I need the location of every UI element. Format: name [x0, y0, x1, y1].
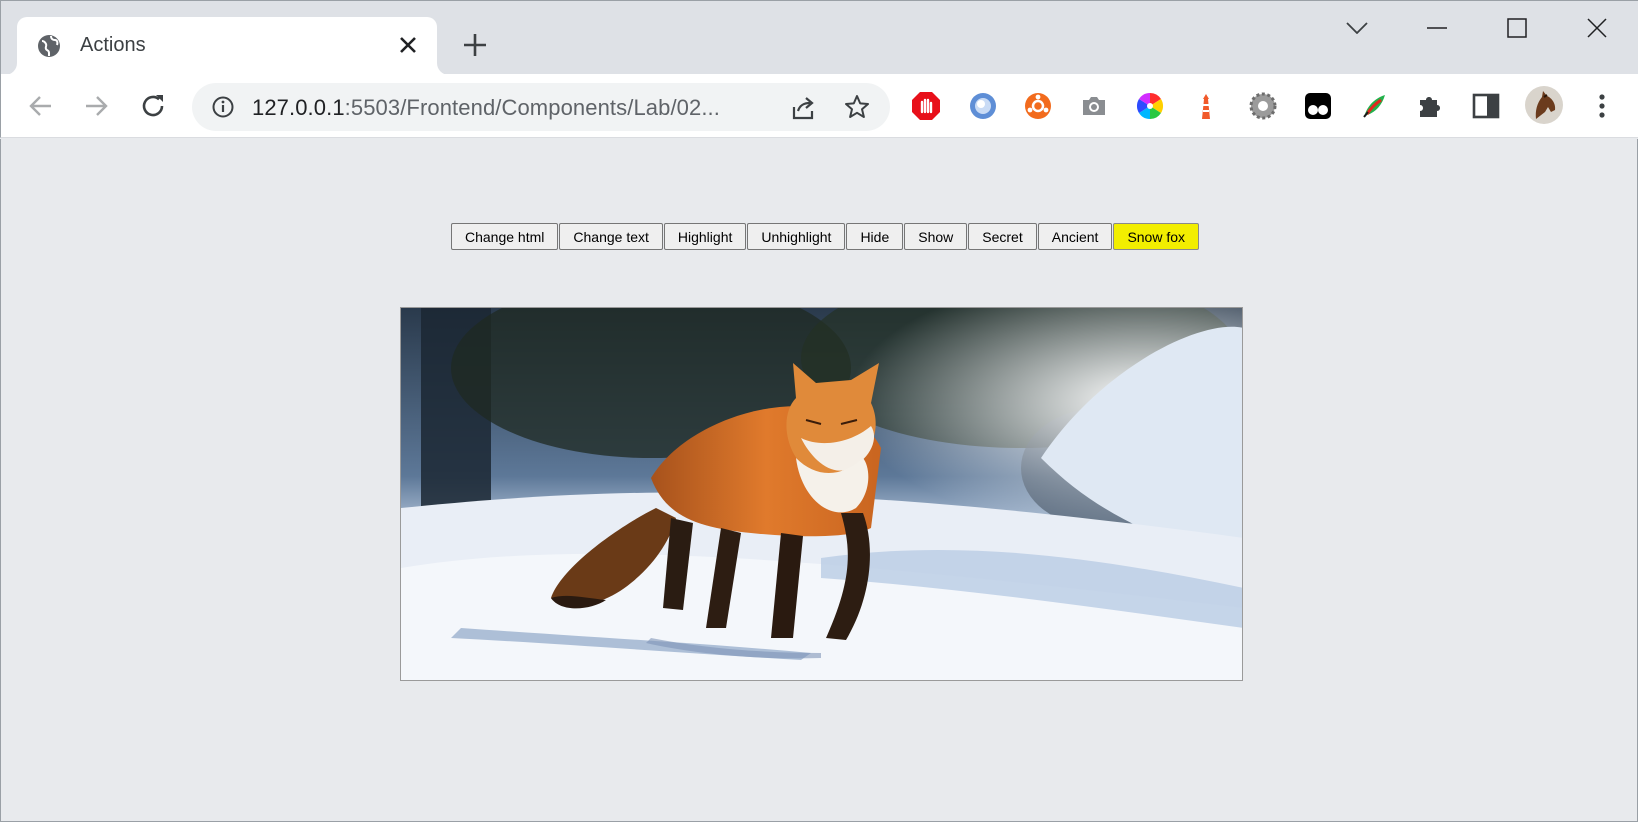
- color-wheel-icon[interactable]: [1135, 91, 1165, 121]
- action-buttons: Change html Change text Highlight Unhigh…: [451, 223, 1200, 250]
- globe-icon: [37, 34, 61, 58]
- tab-actions[interactable]: Actions: [17, 17, 437, 75]
- hide-button[interactable]: Hide: [846, 223, 904, 250]
- url-text[interactable]: 127.0.0.1:5503/Frontend/Components/Lab/0…: [252, 95, 720, 121]
- show-button[interactable]: Show: [904, 223, 968, 250]
- title-bar: Actions: [0, 0, 1638, 75]
- minimize-icon[interactable]: [1417, 13, 1457, 43]
- site-info-icon[interactable]: [212, 96, 234, 118]
- maximize-icon[interactable]: [1497, 13, 1537, 43]
- close-tab-icon[interactable]: [395, 32, 421, 58]
- tampermonkey-icon[interactable]: [1303, 91, 1333, 121]
- new-tab-icon[interactable]: [461, 31, 489, 59]
- blue-orb-icon[interactable]: [968, 91, 998, 121]
- url-path: :5503/Frontend/Components/Lab/02...: [344, 95, 720, 120]
- unhighlight-button[interactable]: Unhighlight: [747, 223, 846, 250]
- adblock-icon[interactable]: [911, 91, 941, 121]
- close-icon[interactable]: [1577, 13, 1617, 43]
- change-text-button[interactable]: Change text: [559, 223, 663, 250]
- tab-title: Actions: [80, 34, 146, 56]
- address-bar[interactable]: 127.0.0.1:5503/Frontend/Components/Lab/0…: [192, 83, 890, 131]
- change-html-button[interactable]: Change html: [451, 223, 559, 250]
- lighthouse-icon[interactable]: [1191, 91, 1221, 121]
- highlight-button[interactable]: Highlight: [663, 223, 747, 250]
- secret-button[interactable]: Secret: [968, 223, 1037, 250]
- avatar[interactable]: [1524, 85, 1564, 125]
- browser-toolbar: 127.0.0.1:5503/Frontend/Components/Lab/0…: [0, 74, 1638, 138]
- forward-icon[interactable]: [78, 88, 114, 124]
- camera-icon[interactable]: [1079, 91, 1109, 121]
- orange-circle-icon[interactable]: [1023, 91, 1053, 121]
- sidebar-icon[interactable]: [1471, 91, 1501, 121]
- kebab-menu-icon[interactable]: [1587, 91, 1617, 121]
- reload-icon[interactable]: [135, 88, 171, 124]
- ancient-button[interactable]: Ancient: [1037, 223, 1113, 250]
- fox-image: [400, 307, 1243, 681]
- chevron-down-icon[interactable]: [1337, 13, 1377, 43]
- back-icon[interactable]: [23, 88, 59, 124]
- share-icon[interactable]: [790, 95, 816, 121]
- feather-icon[interactable]: [1359, 91, 1389, 121]
- gear-icon[interactable]: [1248, 91, 1278, 121]
- bookmark-star-icon[interactable]: [844, 94, 870, 120]
- puzzle-icon[interactable]: [1415, 91, 1445, 121]
- url-host: 127.0.0.1: [252, 95, 345, 120]
- page-viewport: Change html Change text Highlight Unhigh…: [0, 139, 1638, 822]
- snow-fox-button[interactable]: Snow fox: [1113, 223, 1200, 250]
